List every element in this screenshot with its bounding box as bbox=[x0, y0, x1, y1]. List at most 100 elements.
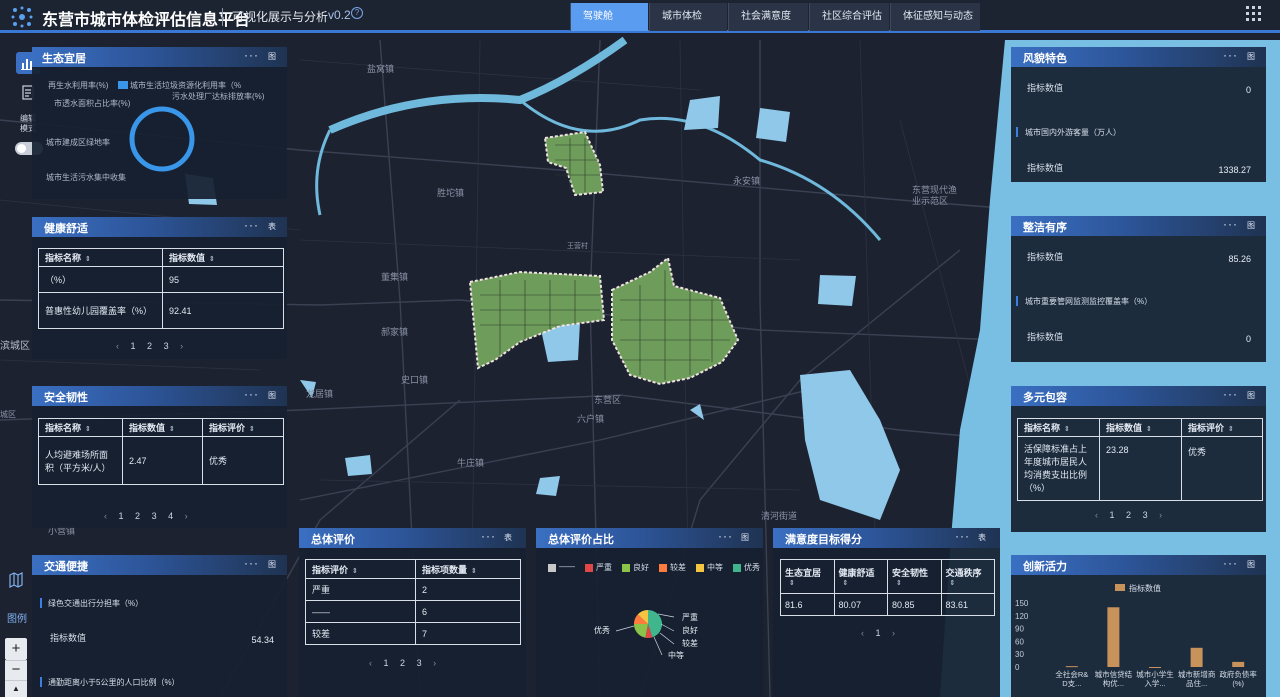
legend-swatch[interactable] bbox=[659, 564, 667, 572]
sort-icon[interactable]: ⇕ bbox=[352, 568, 358, 575]
table-row[interactable]: 较差 7 bbox=[305, 622, 521, 645]
tab-sign-monitoring[interactable]: 体征感知与动态监 bbox=[890, 3, 980, 31]
more-options-icon[interactable]: ··· bbox=[1223, 556, 1238, 570]
page-number[interactable]: 1 bbox=[131, 341, 136, 351]
next-page-button[interactable]: › bbox=[180, 341, 183, 351]
sort-icon[interactable]: ⇕ bbox=[789, 579, 830, 587]
chart-toggle-button[interactable]: 图 bbox=[268, 559, 276, 570]
sort-icon[interactable]: ⇕ bbox=[896, 579, 937, 587]
page-number[interactable]: 1 bbox=[876, 628, 881, 638]
zoom-out-button[interactable]: − bbox=[5, 660, 27, 680]
column-header[interactable]: 指标评价 ⇕ bbox=[1181, 418, 1263, 437]
column-header[interactable]: 生态宜居 ⇕ bbox=[780, 559, 835, 594]
more-options-icon[interactable]: ··· bbox=[955, 529, 970, 543]
prev-page-button[interactable]: ‹ bbox=[1095, 510, 1098, 520]
table-row[interactable]: 活保障标准占上年度城市居民人均消费支出比例（%） 23.28 优秀 bbox=[1017, 436, 1263, 501]
tab-community-assessment[interactable]: 社区综合评估 bbox=[809, 3, 889, 31]
column-header[interactable]: 指标评价 ⇕ bbox=[305, 559, 416, 579]
prev-page-button[interactable]: ‹ bbox=[861, 628, 864, 638]
more-options-icon[interactable]: ··· bbox=[718, 529, 733, 543]
more-options-icon[interactable]: ··· bbox=[1223, 48, 1238, 62]
sort-icon[interactable]: ⇕ bbox=[209, 256, 215, 263]
legend-swatch[interactable] bbox=[696, 564, 704, 572]
map-icon[interactable] bbox=[8, 572, 24, 588]
table-toggle-button[interactable]: 表 bbox=[268, 221, 276, 232]
chart-toggle-button[interactable]: 图 bbox=[1247, 220, 1255, 231]
column-header[interactable]: 指标数值 ⇕ bbox=[162, 248, 284, 267]
sort-icon[interactable]: ⇕ bbox=[249, 426, 255, 433]
table-row[interactable]: —— 6 bbox=[305, 600, 521, 623]
column-header[interactable]: 指标项数量 ⇕ bbox=[415, 559, 521, 579]
chart-toggle-button[interactable]: 图 bbox=[1247, 51, 1255, 62]
legend-swatch[interactable] bbox=[622, 564, 630, 572]
table-toggle-button[interactable]: 表 bbox=[504, 532, 512, 543]
legend-button[interactable]: 图例 bbox=[7, 610, 27, 625]
table-row[interactable]: 81.6 80.07 80.85 83.61 bbox=[780, 593, 995, 616]
column-header[interactable]: 指标数值 ⇕ bbox=[1099, 418, 1182, 437]
chart-toggle-button[interactable]: 图 bbox=[268, 51, 276, 62]
more-options-icon[interactable]: ··· bbox=[1223, 217, 1238, 231]
page-number[interactable]: 3 bbox=[417, 658, 422, 668]
sort-icon[interactable]: ⇕ bbox=[169, 426, 175, 433]
prev-page-button[interactable]: ‹ bbox=[369, 658, 372, 668]
column-header[interactable]: 指标名称 ⇕ bbox=[38, 248, 163, 267]
sort-icon[interactable]: ⇕ bbox=[1146, 426, 1152, 433]
prev-page-button[interactable]: ‹ bbox=[104, 511, 107, 521]
more-options-icon[interactable]: ··· bbox=[244, 387, 259, 401]
sort-icon[interactable]: ⇕ bbox=[950, 579, 991, 587]
legend-swatch[interactable] bbox=[733, 564, 741, 572]
column-header[interactable]: 指标名称 ⇕ bbox=[38, 418, 123, 437]
zoom-in-button[interactable]: + bbox=[5, 638, 27, 660]
legend-swatch[interactable] bbox=[548, 564, 556, 572]
column-header[interactable]: 指标数值 ⇕ bbox=[122, 418, 203, 437]
table-row[interactable]: 普惠性幼儿园覆盖率（%） 92.41 bbox=[38, 292, 284, 329]
page-number[interactable]: 2 bbox=[400, 658, 405, 668]
compass-button[interactable]: ▲ bbox=[5, 680, 27, 697]
next-page-button[interactable]: › bbox=[185, 511, 188, 521]
sort-icon[interactable]: ⇕ bbox=[85, 426, 91, 433]
more-options-icon[interactable]: ··· bbox=[244, 218, 259, 232]
chart-toggle-button[interactable]: 图 bbox=[741, 532, 749, 543]
chart-toggle-button[interactable]: 图 bbox=[268, 390, 276, 401]
help-icon[interactable]: ? bbox=[351, 7, 363, 19]
prev-page-button[interactable]: ‹ bbox=[116, 341, 119, 351]
page-number[interactable]: 1 bbox=[119, 511, 124, 521]
donut-chart[interactable] bbox=[128, 105, 196, 173]
page-number[interactable]: 1 bbox=[1110, 510, 1115, 520]
page-number[interactable]: 2 bbox=[135, 511, 140, 521]
table-row[interactable]: （%） 95 bbox=[38, 266, 284, 293]
next-page-button[interactable]: › bbox=[1159, 510, 1162, 520]
more-options-icon[interactable]: ··· bbox=[244, 556, 259, 570]
more-options-icon[interactable]: ··· bbox=[481, 529, 496, 543]
tab-social-satisfaction[interactable]: 社会满意度 bbox=[728, 3, 808, 31]
tab-city-checkup[interactable]: 城市体检 bbox=[649, 3, 727, 31]
table-row[interactable]: 人均避难场所面积（平方米/人） 2.47 优秀 bbox=[38, 436, 284, 485]
chart-toggle-button[interactable]: 图 bbox=[1247, 390, 1255, 401]
sort-icon[interactable]: ⇕ bbox=[471, 568, 477, 575]
page-number[interactable]: 2 bbox=[1126, 510, 1131, 520]
page-number[interactable]: 4 bbox=[168, 511, 173, 521]
legend-swatch[interactable] bbox=[585, 564, 593, 572]
page-number[interactable]: 3 bbox=[164, 341, 169, 351]
apps-grid-icon[interactable] bbox=[1246, 6, 1262, 22]
more-options-icon[interactable]: ··· bbox=[244, 48, 259, 62]
column-header[interactable]: 安全韧性 ⇕ bbox=[887, 559, 942, 594]
page-number[interactable]: 1 bbox=[384, 658, 389, 668]
tab-cockpit[interactable]: 驾驶舱 bbox=[570, 3, 648, 31]
sort-icon[interactable]: ⇕ bbox=[843, 579, 884, 587]
ratio-pie-chart[interactable]: 优秀 严重良好较差中等 bbox=[576, 606, 726, 666]
sort-icon[interactable]: ⇕ bbox=[1228, 426, 1234, 433]
page-number[interactable]: 2 bbox=[147, 341, 152, 351]
column-header[interactable]: 指标名称 ⇕ bbox=[1017, 418, 1100, 437]
sort-icon[interactable]: ⇕ bbox=[1064, 426, 1070, 433]
more-options-icon[interactable]: ··· bbox=[1223, 387, 1238, 401]
table-row[interactable]: 严重 2 bbox=[305, 578, 521, 601]
chart-toggle-button[interactable]: 图 bbox=[1247, 559, 1255, 570]
next-page-button[interactable]: › bbox=[433, 658, 436, 668]
page-number[interactable]: 3 bbox=[152, 511, 157, 521]
column-header[interactable]: 指标评价 ⇕ bbox=[202, 418, 284, 437]
next-page-button[interactable]: › bbox=[892, 628, 895, 638]
sort-icon[interactable]: ⇕ bbox=[85, 256, 91, 263]
vitality-bar-chart[interactable]: 指标数值 150 120 90 60 30 0 全社会R&D支... 城市信贷结构优... 城市小… bbox=[1011, 579, 1266, 697]
column-header[interactable]: 健康舒适 ⇕ bbox=[833, 559, 888, 594]
